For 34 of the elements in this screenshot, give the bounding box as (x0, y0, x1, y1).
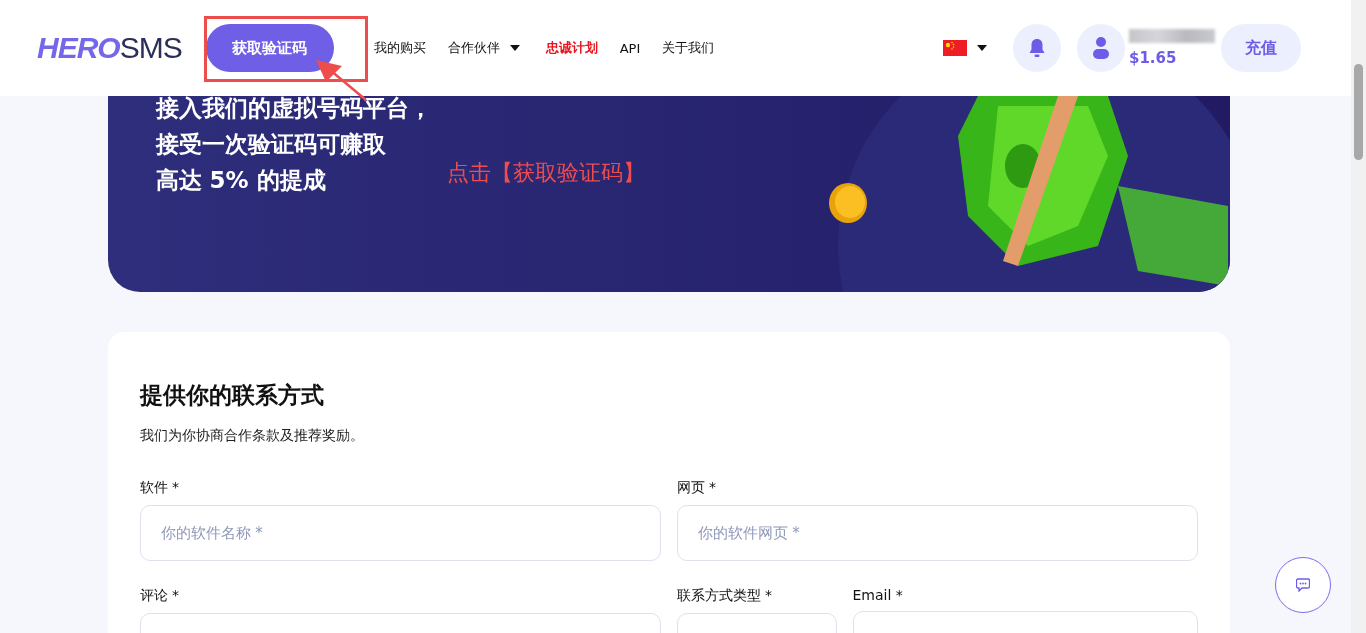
get-code-button[interactable]: 获取验证码 (205, 24, 334, 72)
notification-button[interactable] (1013, 24, 1061, 72)
user-icon (1093, 37, 1109, 59)
nav-link[interactable]: 忠诚计划 (545, 39, 598, 57)
scrollbar[interactable] (1351, 0, 1366, 633)
caret-icon[interactable] (977, 45, 987, 51)
hero-heading-line: 接入我们的虚拟号码平台， (155, 96, 432, 123)
nav-link[interactable]: 我的购买 (373, 39, 426, 57)
coin-icon (827, 182, 868, 224)
hero-heading-line: 接受一次验证码可赚取 (155, 130, 386, 159)
annotation-text: 点击【获取验证码】 (447, 159, 645, 187)
input-field[interactable]: 你的软件名称 * (139, 505, 661, 561)
nav-link[interactable]: 关于我们 (662, 39, 715, 57)
chat-icon (1296, 578, 1310, 592)
field-label: 软件 * (139, 479, 180, 497)
field-label: 联系方式类型 * (676, 587, 773, 605)
bell-icon (1029, 38, 1045, 58)
flag-icon[interactable] (943, 40, 967, 56)
chat-button[interactable] (1275, 557, 1331, 613)
form-description: 我们为你协商合作条款及推荐奖励。 (139, 427, 365, 445)
hero-heading-line: 高达 5% 的提成 (155, 166, 326, 195)
logo[interactable]: HEROSMS (37, 31, 182, 65)
input-field[interactable]: 你的软件网页 * (676, 505, 1198, 561)
profile-button[interactable] (1077, 24, 1125, 72)
form-title: 提供你的联系方式 (139, 381, 325, 410)
top-up-button[interactable]: 充值 (1221, 24, 1301, 72)
caret-icon[interactable] (509, 45, 520, 51)
field-label: Email * (852, 587, 904, 603)
scrollbar-thumb[interactable] (1354, 64, 1363, 160)
field-label: 网页 * (676, 479, 717, 497)
nav-link[interactable]: 合作伙伴 (447, 39, 500, 57)
balance-amount: $1.65 (1129, 49, 1178, 67)
nav-link[interactable]: API (619, 40, 641, 56)
field-label: 评论 * (139, 587, 180, 605)
